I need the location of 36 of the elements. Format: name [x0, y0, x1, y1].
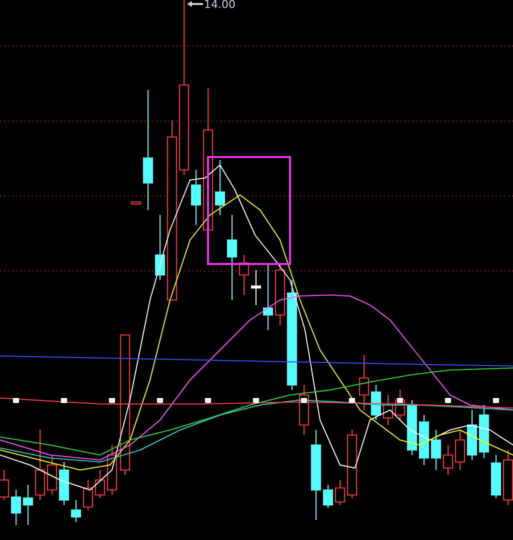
candlestick: [407, 400, 417, 456]
candlestick: [131, 202, 141, 204]
candlestick: [383, 394, 393, 426]
candlestick: [323, 484, 333, 508]
candlestick: [263, 264, 273, 330]
candlestick: [359, 354, 369, 410]
candlestick: [347, 430, 357, 498]
candlestick: [155, 214, 165, 280]
candlestick: [275, 264, 285, 326]
high-price-label: 14.00: [204, 0, 236, 10]
candlestick: [107, 444, 117, 496]
candlestick: [71, 500, 81, 522]
candlestick: [239, 254, 249, 296]
candlestick: [467, 410, 477, 460]
candlestick: [47, 454, 57, 496]
candlestick: [215, 160, 225, 216]
candlestick: [35, 430, 45, 500]
candlestick: [23, 484, 33, 526]
candlestick: [443, 444, 453, 476]
candlestick: [371, 384, 381, 420]
price-pointer-icon: [186, 0, 204, 8]
candlestick: [455, 430, 465, 470]
candlestick: [335, 480, 345, 506]
candlestick: [251, 270, 261, 306]
candlestick: [491, 454, 501, 498]
candlestick: [0, 470, 9, 500]
candlestick: [59, 462, 69, 506]
candlestick: [299, 384, 309, 436]
candlestick: [419, 414, 429, 466]
candlestick: [479, 404, 489, 458]
candlestick: [431, 430, 441, 470]
candlestick: [95, 470, 105, 498]
candlestick: [83, 480, 93, 510]
candlestick: [503, 450, 513, 506]
candlestick: [191, 170, 201, 226]
candlestick: [11, 490, 21, 526]
